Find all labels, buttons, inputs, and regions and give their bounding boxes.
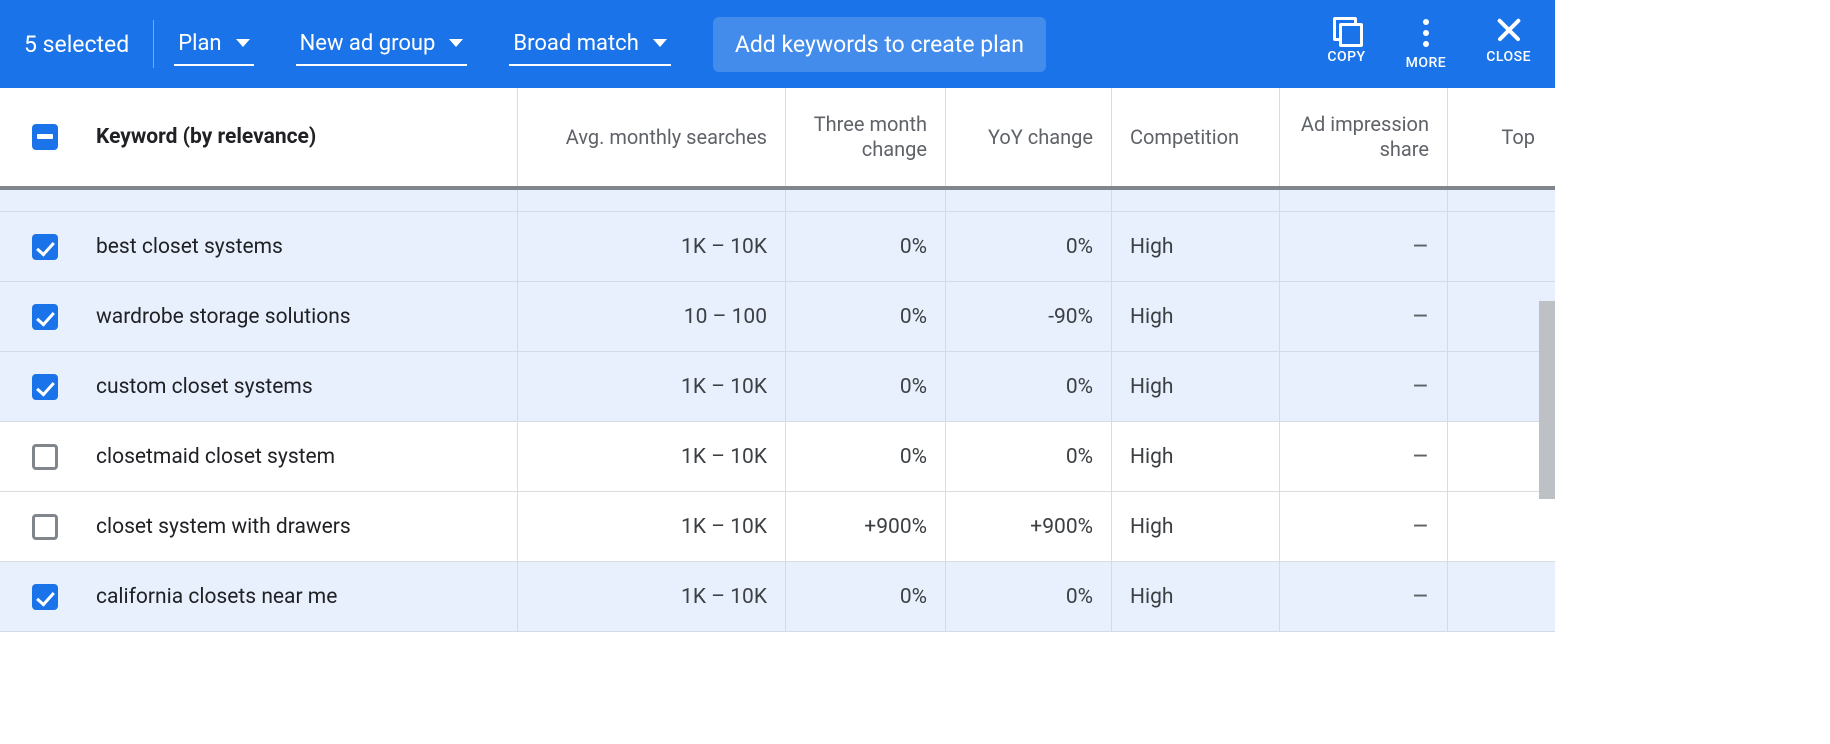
row-yoy-change: -90%	[946, 282, 1112, 351]
more-button[interactable]: MORE	[1406, 17, 1447, 71]
row-top-bid	[1448, 352, 1553, 421]
close-button-label: CLOSE	[1486, 49, 1531, 65]
row-avg-searches: 10 – 100	[518, 282, 786, 351]
row-top-bid	[1448, 492, 1553, 561]
plan-dropdown-label: Plan	[178, 31, 221, 56]
row-competition: High	[1112, 282, 1280, 351]
more-vert-icon	[1423, 17, 1429, 49]
table-row[interactable]: closetmaid closet system1K – 10K0%0%High…	[0, 422, 1555, 492]
copy-icon	[1333, 17, 1359, 43]
row-checkbox[interactable]	[32, 374, 58, 400]
row-keyword: california closets near me	[90, 562, 518, 631]
header-checkbox-cell	[0, 88, 90, 186]
row-checkbox[interactable]	[32, 514, 58, 540]
adgroup-dropdown-label: New ad group	[300, 31, 436, 56]
table-row[interactable]: best closet systems1K – 10K0%0%High–	[0, 212, 1555, 282]
table-row[interactable]: closet system with drawers1K – 10K+900%+…	[0, 492, 1555, 562]
header-three-month-change[interactable]: Three monthchange	[786, 88, 946, 186]
header-yoy-change[interactable]: YoY change	[946, 88, 1112, 186]
row-checkbox-cell	[0, 492, 90, 561]
row-top-bid	[1448, 282, 1553, 351]
row-avg-searches: 1K – 10K	[518, 562, 786, 631]
header-competition[interactable]: Competition	[1112, 88, 1280, 186]
table-row[interactable]: custom closet systems1K – 10K0%0%High–	[0, 352, 1555, 422]
close-icon	[1496, 17, 1522, 43]
row-yoy-change: 0%	[946, 352, 1112, 421]
row-checkbox[interactable]	[32, 584, 58, 610]
row-ad-impression-share: –	[1280, 352, 1448, 421]
row-top-bid	[1448, 212, 1553, 281]
row-ad-impression-share: –	[1280, 282, 1448, 351]
adgroup-dropdown[interactable]: New ad group	[296, 23, 468, 66]
header-ad-impression-share[interactable]: Ad impressionshare	[1280, 88, 1448, 186]
chevron-down-icon	[653, 39, 667, 47]
vertical-scrollbar[interactable]	[1539, 301, 1555, 499]
row-checkbox-cell	[0, 422, 90, 491]
selected-count-label: 5 selected	[24, 31, 153, 58]
row-yoy-change: +900%	[946, 492, 1112, 561]
main-content: Keyword (by relevance) Avg. monthly sear…	[0, 88, 1830, 632]
row-three-month-change: +900%	[786, 492, 946, 561]
row-yoy-change: 0%	[946, 212, 1112, 281]
row-checkbox[interactable]	[32, 234, 58, 260]
chevron-down-icon	[236, 39, 250, 47]
row-ad-impression-share: –	[1280, 492, 1448, 561]
table-body: best closet systems1K – 10K0%0%High–ward…	[0, 212, 1555, 632]
add-keywords-button[interactable]: Add keywords to create plan	[713, 17, 1046, 72]
row-yoy-change: 0%	[946, 422, 1112, 491]
row-three-month-change: 0%	[786, 282, 946, 351]
chevron-down-icon	[449, 39, 463, 47]
match-dropdown[interactable]: Broad match	[509, 23, 670, 66]
header-top-bid[interactable]: Top	[1448, 88, 1553, 186]
row-checkbox-cell	[0, 352, 90, 421]
plan-dropdown[interactable]: Plan	[174, 23, 253, 66]
copy-button[interactable]: COPY	[1327, 17, 1365, 65]
row-competition: High	[1112, 422, 1280, 491]
row-checkbox-cell	[0, 282, 90, 351]
row-checkbox[interactable]	[32, 304, 58, 330]
row-keyword: custom closet systems	[90, 352, 518, 421]
row-ad-impression-share: –	[1280, 562, 1448, 631]
table-spacer-row	[0, 190, 1555, 212]
more-button-label: MORE	[1406, 55, 1447, 71]
match-dropdown-label: Broad match	[513, 31, 638, 56]
toolbar-right-actions: COPY MORE CLOSE	[1327, 17, 1531, 71]
row-keyword: wardrobe storage solutions	[90, 282, 518, 351]
table-row[interactable]: california closets near me1K – 10K0%0%Hi…	[0, 562, 1555, 632]
selection-toolbar: 5 selected Plan New ad group Broad match…	[0, 0, 1555, 88]
row-competition: High	[1112, 562, 1280, 631]
copy-button-label: COPY	[1327, 49, 1365, 65]
row-checkbox-cell	[0, 212, 90, 281]
row-keyword: closetmaid closet system	[90, 422, 518, 491]
row-competition: High	[1112, 352, 1280, 421]
right-panel	[1555, 88, 1830, 632]
close-button[interactable]: CLOSE	[1486, 17, 1531, 65]
row-three-month-change: 0%	[786, 352, 946, 421]
row-avg-searches: 1K – 10K	[518, 212, 786, 281]
row-three-month-change: 0%	[786, 212, 946, 281]
row-ad-impression-share: –	[1280, 212, 1448, 281]
row-checkbox-cell	[0, 562, 90, 631]
row-keyword: closet system with drawers	[90, 492, 518, 561]
table-header-row: Keyword (by relevance) Avg. monthly sear…	[0, 88, 1555, 190]
row-three-month-change: 0%	[786, 562, 946, 631]
row-avg-searches: 1K – 10K	[518, 352, 786, 421]
keywords-table: Keyword (by relevance) Avg. monthly sear…	[0, 88, 1555, 632]
row-avg-searches: 1K – 10K	[518, 492, 786, 561]
row-yoy-change: 0%	[946, 562, 1112, 631]
table-row[interactable]: wardrobe storage solutions10 – 1000%-90%…	[0, 282, 1555, 352]
row-checkbox[interactable]	[32, 444, 58, 470]
row-avg-searches: 1K – 10K	[518, 422, 786, 491]
row-competition: High	[1112, 492, 1280, 561]
row-competition: High	[1112, 212, 1280, 281]
row-top-bid	[1448, 562, 1553, 631]
row-keyword: best closet systems	[90, 212, 518, 281]
select-all-checkbox[interactable]	[32, 124, 58, 150]
row-ad-impression-share: –	[1280, 422, 1448, 491]
toolbar-divider	[153, 20, 154, 68]
row-three-month-change: 0%	[786, 422, 946, 491]
header-avg-searches[interactable]: Avg. monthly searches	[518, 88, 786, 186]
row-top-bid	[1448, 422, 1553, 491]
header-keyword[interactable]: Keyword (by relevance)	[90, 88, 518, 186]
